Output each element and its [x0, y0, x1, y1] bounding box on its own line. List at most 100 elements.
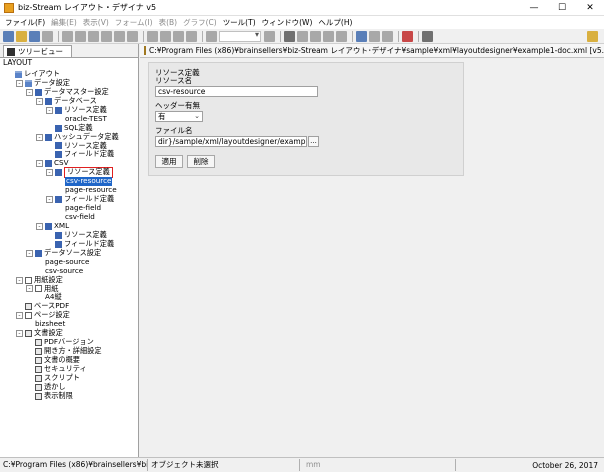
tree-node[interactable]: csv-source [0, 266, 138, 276]
menu-table[interactable]: 表(B) [156, 17, 181, 28]
tree-collapse-toggle[interactable]: - [46, 169, 53, 177]
tree-node-blue-icon [45, 222, 52, 230]
tree-node[interactable]: csv-field [0, 212, 138, 222]
menu-view[interactable]: 表示(V) [80, 17, 112, 28]
delete-icon[interactable] [101, 30, 112, 42]
tree-node-label: フィールド定義 [64, 149, 115, 159]
tree-node-blue-icon [35, 249, 42, 257]
tree-node-blue-icon [55, 196, 62, 204]
preview-icon[interactable] [356, 30, 367, 42]
tree-collapse-toggle[interactable]: - [36, 133, 43, 141]
tree-view-icon [7, 47, 15, 56]
tree-collapse-toggle[interactable]: - [26, 285, 33, 293]
tree-node[interactable]: - ページ設定 [0, 310, 138, 320]
tree-collapse-toggle[interactable]: - [26, 249, 33, 257]
tree-node[interactable]: A4縦 [0, 292, 138, 302]
tree-collapse-toggle[interactable]: - [36, 97, 43, 105]
menu-edit[interactable]: 編集(E) [48, 17, 80, 28]
tree-collapse-toggle[interactable]: - [16, 312, 23, 320]
tree-node-blue-icon [55, 124, 62, 132]
rect-tool-icon[interactable] [310, 30, 321, 42]
save-icon[interactable] [29, 30, 40, 42]
chevron-down-icon: ⌄ [194, 112, 200, 120]
toolbar-separator [398, 30, 399, 42]
tab-tree-view[interactable]: ツリービュー [3, 45, 72, 57]
toolbar [0, 29, 604, 44]
menu-tool[interactable]: ツール(T) [220, 17, 259, 28]
delete-button[interactable]: 削除 [187, 155, 215, 168]
tree-node[interactable]: スクリプト [0, 373, 138, 383]
tree-node-folder-icon [25, 79, 32, 87]
copy-icon[interactable] [75, 30, 86, 42]
close-button[interactable]: ✕ [576, 0, 604, 16]
tree-collapse-toggle[interactable]: - [36, 222, 43, 230]
menu-file[interactable]: ファイル(F) [2, 17, 48, 28]
settings-icon[interactable] [369, 30, 380, 42]
tree-node-doc-icon [25, 303, 32, 311]
tree-collapse-toggle[interactable]: - [26, 88, 33, 96]
redo-icon[interactable] [127, 30, 138, 42]
tree-collapse-toggle[interactable]: - [16, 79, 23, 87]
align-icon[interactable] [147, 30, 158, 42]
tree-node-blue-icon [55, 106, 62, 114]
toolbar-separator [418, 30, 419, 42]
zoom-out-icon[interactable] [264, 30, 275, 42]
document-panel: C:¥Program Files (x86)¥brainsellers¥biz-… [140, 44, 604, 457]
tree-node-blue-icon [55, 142, 62, 150]
menu-window[interactable]: ウィンドウ(W) [259, 17, 316, 28]
window-title: biz-Stream レイアウト・デザイナ v5 [18, 3, 157, 12]
cut-icon[interactable] [62, 30, 73, 42]
tree-node-page-icon [25, 276, 32, 284]
grid-icon[interactable] [160, 30, 171, 42]
paste-icon[interactable] [88, 30, 99, 42]
zoom-in-icon[interactable] [206, 30, 217, 42]
tree-collapse-toggle[interactable]: - [46, 106, 53, 114]
open-folder-icon[interactable] [16, 30, 27, 42]
file-name-input[interactable]: dir}/sample/xml/layoutdesigner/example1.… [155, 136, 307, 147]
tree-collapse-toggle[interactable]: - [36, 160, 43, 168]
zoom-select[interactable] [219, 30, 261, 42]
browse-button[interactable]: ... [308, 136, 319, 147]
tree-node[interactable]: bizsheet [0, 319, 138, 329]
file-name-label: ファイル名 [155, 126, 193, 135]
tree-node-blue-icon [55, 169, 62, 177]
header-select[interactable]: 有 ⌄ [155, 111, 203, 122]
tree-collapse-toggle[interactable]: - [16, 330, 23, 338]
output-icon[interactable] [422, 30, 433, 42]
tree-node-doc-icon [35, 383, 42, 391]
menu-help[interactable]: ヘルプ(H) [315, 17, 355, 28]
layout-tree: レイアウト - データ設定 - データマスター設定 - データベース - リソース定義 oracl… [0, 68, 138, 401]
undo-icon[interactable] [114, 30, 125, 42]
tree-node[interactable]: - 用紙設定 [0, 275, 138, 285]
apply-button[interactable]: 適用 [155, 155, 183, 168]
new-file-icon[interactable] [3, 30, 14, 42]
resource-definition-form: リソース定義 リソース名 csv-resource ヘッダー有無 有 ⌄ ファイ… [148, 62, 464, 176]
tree-node[interactable]: フィールド定義 [0, 149, 138, 159]
tree-node-doc-icon [35, 356, 42, 364]
table-tool-icon[interactable] [336, 30, 347, 42]
tree-collapse-toggle[interactable]: - [46, 196, 53, 204]
page-icon[interactable] [186, 30, 197, 42]
tree-node-doc-icon [35, 365, 42, 373]
text-tool-icon[interactable] [284, 30, 295, 42]
tree-root: LAYOUT [3, 58, 33, 67]
tree-node-blue-icon [45, 133, 52, 141]
header-select-value: 有 [158, 112, 166, 121]
tree-collapse-toggle[interactable]: - [16, 276, 23, 284]
resource-name-input[interactable]: csv-resource [155, 86, 318, 97]
check-icon[interactable] [382, 30, 393, 42]
tree-node[interactable]: 表示制限 [0, 391, 138, 401]
maximize-button[interactable]: ☐ [548, 0, 576, 16]
menu-form[interactable]: フォーム(I) [112, 17, 156, 28]
layout-icon[interactable] [173, 30, 184, 42]
tree-node[interactable]: - 用紙 [0, 284, 138, 294]
line-tool-icon[interactable] [297, 30, 308, 42]
edit-icon[interactable] [587, 31, 598, 42]
tree-node-blue-icon [45, 160, 52, 168]
toolbar-separator [58, 30, 59, 42]
tool-icon[interactable] [402, 30, 413, 42]
menu-graph[interactable]: グラフ(C) [180, 17, 220, 28]
minimize-button[interactable]: — [520, 0, 548, 16]
save-as-icon[interactable] [42, 30, 53, 42]
image-tool-icon[interactable] [323, 30, 334, 42]
